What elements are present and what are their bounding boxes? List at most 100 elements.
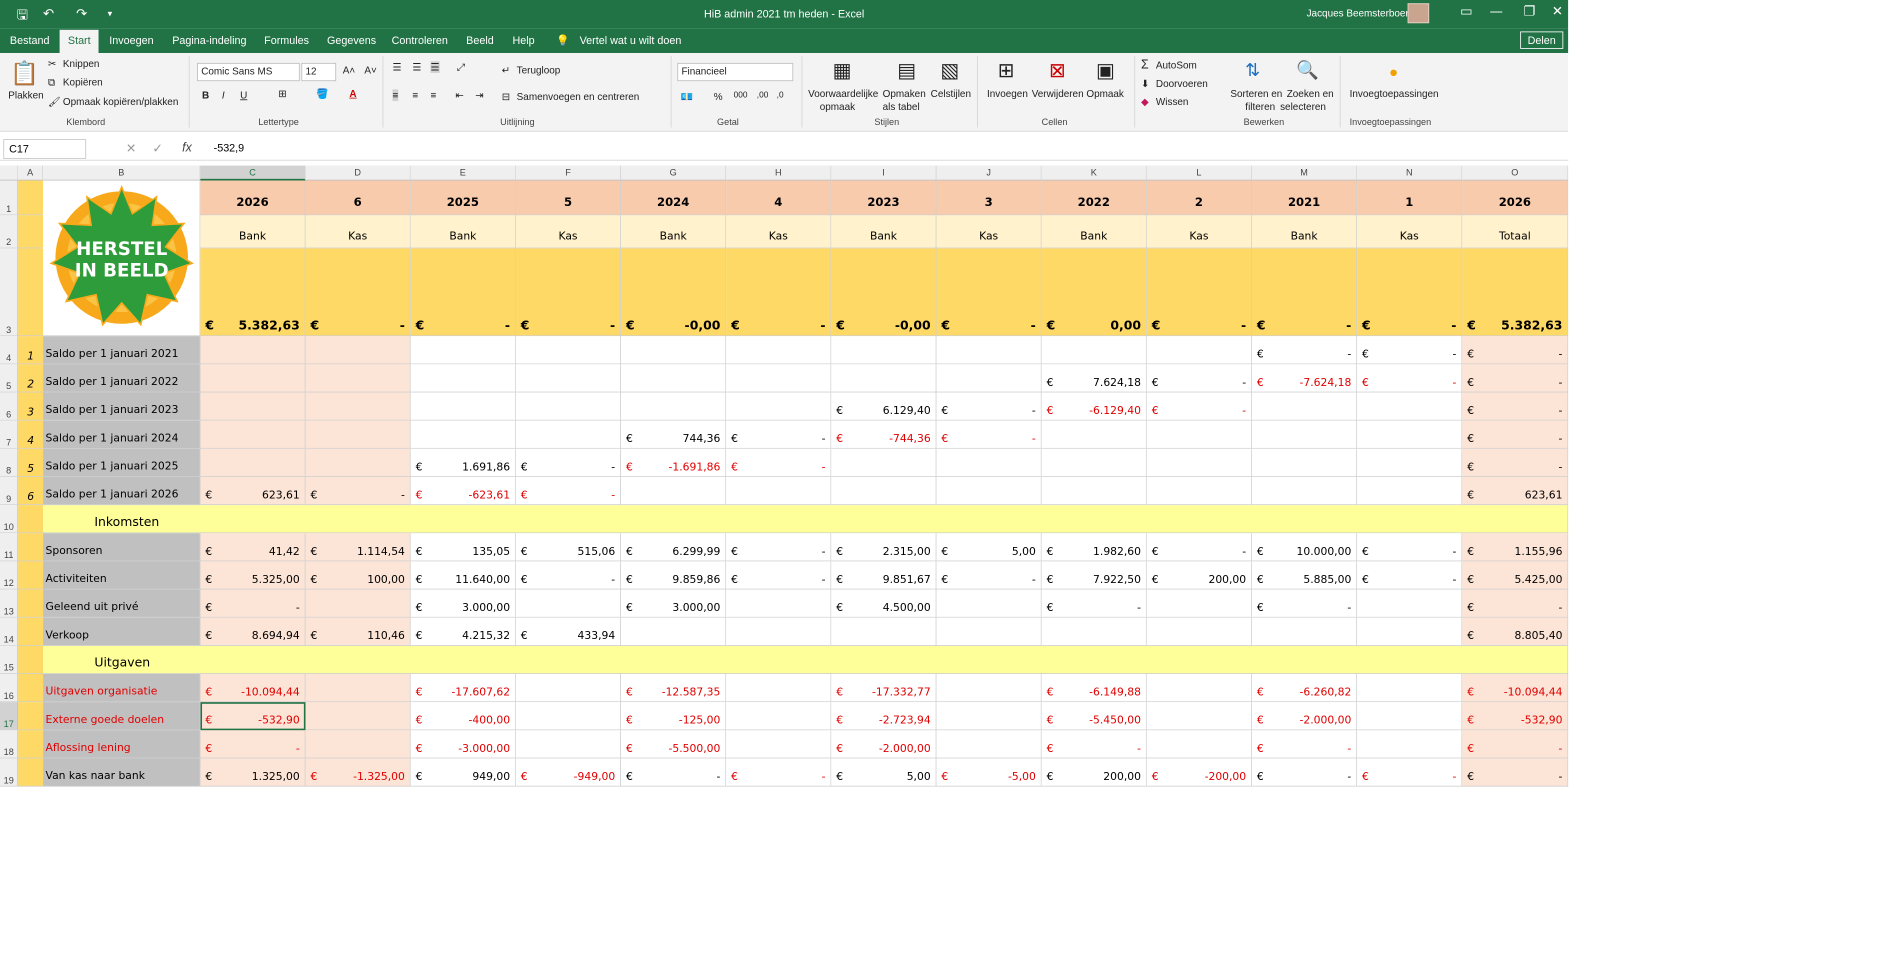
formula-input[interactable]: -532,9: [214, 142, 245, 154]
cell-i5[interactable]: [831, 364, 937, 393]
paste-button[interactable]: Plakken: [8, 89, 43, 101]
cell-o4[interactable]: € -: [1462, 336, 1569, 365]
cell-styles-icon[interactable]: ▧: [936, 56, 964, 84]
cell-a7[interactable]: 4: [18, 420, 44, 449]
row-header-7[interactable]: 7: [0, 420, 19, 449]
cell-f5[interactable]: [515, 364, 621, 393]
cell-e19[interactable]: €949,00: [410, 758, 516, 787]
align-top-icon[interactable]: ☰: [392, 61, 401, 73]
cell-i11[interactable]: €2.315,00: [831, 533, 937, 562]
cut-button[interactable]: Knippen: [63, 58, 99, 70]
cell-n16[interactable]: [1357, 673, 1463, 703]
cell-d8[interactable]: [305, 448, 411, 477]
row-header-19[interactable]: 19: [0, 758, 19, 787]
tell-me-search[interactable]: Vertel wat u wilt doen: [580, 34, 682, 46]
cell-k6[interactable]: € -6.129,40: [1041, 392, 1147, 421]
cell-o13[interactable]: € -: [1462, 589, 1569, 618]
type-header-h[interactable]: Kas: [726, 215, 832, 249]
cell-a17[interactable]: [18, 702, 44, 731]
cell-e5[interactable]: [410, 364, 516, 393]
find-select-button-line2[interactable]: selecteren: [1280, 101, 1326, 113]
cell-e8[interactable]: €1.691,86: [410, 448, 516, 477]
cell-m11[interactable]: €10.000,00: [1251, 533, 1358, 562]
cell-f8[interactable]: € -: [515, 448, 621, 477]
cell-k9[interactable]: [1041, 476, 1147, 506]
cell-o18[interactable]: € -: [1462, 730, 1569, 759]
cell-n12[interactable]: € -: [1357, 561, 1463, 590]
cell-d4[interactable]: [305, 336, 411, 365]
row-header-4[interactable]: 4: [0, 336, 19, 365]
column-header-i[interactable]: I: [831, 165, 937, 181]
cell-a14[interactable]: [18, 617, 44, 646]
italic-icon[interactable]: I: [222, 89, 225, 101]
cell-l14[interactable]: [1146, 617, 1252, 646]
tab-invoegen[interactable]: Invoegen: [109, 34, 153, 46]
cell-e6[interactable]: [410, 392, 516, 421]
cell-n8[interactable]: [1357, 448, 1463, 477]
cell-l6[interactable]: € -: [1146, 392, 1252, 421]
row-header-10[interactable]: 10: [0, 505, 19, 534]
cell-g8[interactable]: € -1.691,86: [621, 448, 727, 477]
copy-icon[interactable]: ⧉: [48, 76, 55, 88]
cell-m9[interactable]: [1251, 476, 1358, 506]
conditional-formatting-button[interactable]: Voorwaardelijke: [808, 88, 878, 100]
cell-d14[interactable]: €110,46: [305, 617, 411, 646]
year-header-k[interactable]: 2022: [1041, 180, 1147, 216]
wrap-text-icon[interactable]: ↵: [502, 65, 510, 77]
ribbon-display-options-icon[interactable]: ▭: [1454, 3, 1479, 19]
cell-i14[interactable]: [831, 617, 937, 646]
fill-button[interactable]: Doorvoeren: [1156, 78, 1208, 90]
cell-e16[interactable]: € -17.607,62: [410, 673, 516, 703]
year-header-i[interactable]: 2023: [831, 180, 937, 216]
row-header-12[interactable]: 12: [0, 561, 19, 590]
cell-i16[interactable]: € -17.332,77: [831, 673, 937, 703]
cell-m18[interactable]: € -: [1251, 730, 1358, 759]
name-box[interactable]: C17: [3, 139, 87, 159]
decrease-decimal-icon[interactable]: ,0: [777, 91, 784, 100]
accounting-format-icon[interactable]: 💶: [681, 91, 693, 103]
number-format-select[interactable]: Financieel: [677, 62, 794, 82]
cell-a9[interactable]: 6: [18, 476, 44, 506]
cell-l12[interactable]: €200,00: [1146, 561, 1252, 590]
cell-i18[interactable]: € -2.000,00: [831, 730, 937, 759]
worksheet-grid[interactable]: A B C D E F G H I J K L M N O 1 2 3 4 5 6 7 8 9 10 11 12 13 14 15 16 17…: [0, 165, 1569, 791]
fill-color-icon[interactable]: 🪣: [316, 88, 328, 100]
cell-n17[interactable]: [1357, 702, 1463, 731]
tab-start[interactable]: Start: [59, 29, 99, 53]
row-header-8[interactable]: 8: [0, 448, 19, 477]
font-color-icon[interactable]: A: [349, 88, 356, 100]
cell-d12[interactable]: €100,00: [305, 561, 411, 590]
row-label-7[interactable]: Saldo per 1 januari 2024: [43, 420, 201, 449]
cell-h4[interactable]: [726, 336, 832, 365]
percent-icon[interactable]: %: [714, 91, 723, 103]
cell-c18[interactable]: € -: [200, 730, 306, 759]
cell-l19[interactable]: € -200,00: [1146, 758, 1252, 787]
cell-n9[interactable]: [1357, 476, 1463, 506]
row-label-12[interactable]: Activiteiten: [43, 561, 201, 590]
row-header-9[interactable]: 9: [0, 476, 19, 506]
row-header-16[interactable]: 16: [0, 673, 19, 703]
total-h[interactable]: € -: [726, 248, 832, 337]
cell-c14[interactable]: €8.694,94: [200, 617, 306, 646]
cell-f4[interactable]: [515, 336, 621, 365]
insert-cells-button[interactable]: Invoegen: [987, 88, 1028, 100]
cell-a19[interactable]: [18, 758, 44, 787]
cell-k17[interactable]: € -5.450,00: [1041, 702, 1147, 731]
cell-k14[interactable]: [1041, 617, 1147, 646]
cell-k5[interactable]: €7.624,18: [1041, 364, 1147, 393]
cell-f14[interactable]: €433,94: [515, 617, 621, 646]
cancel-icon[interactable]: ✕: [126, 141, 136, 156]
cell-c11[interactable]: €41,42: [200, 533, 306, 562]
cell-l9[interactable]: [1146, 476, 1252, 506]
cell-g6[interactable]: [621, 392, 727, 421]
cell-a1[interactable]: [18, 180, 44, 216]
cell-o16[interactable]: € -10.094,44: [1462, 673, 1569, 703]
cell-n14[interactable]: [1357, 617, 1463, 646]
cell-n11[interactable]: € -: [1357, 533, 1463, 562]
insert-cells-icon[interactable]: ⊞: [992, 56, 1020, 84]
cell-o5[interactable]: € -: [1462, 364, 1569, 393]
cell-h19[interactable]: € -: [726, 758, 832, 787]
cell-a5[interactable]: 2: [18, 364, 44, 393]
cell-h14[interactable]: [726, 617, 832, 646]
column-header-e[interactable]: E: [410, 165, 516, 181]
